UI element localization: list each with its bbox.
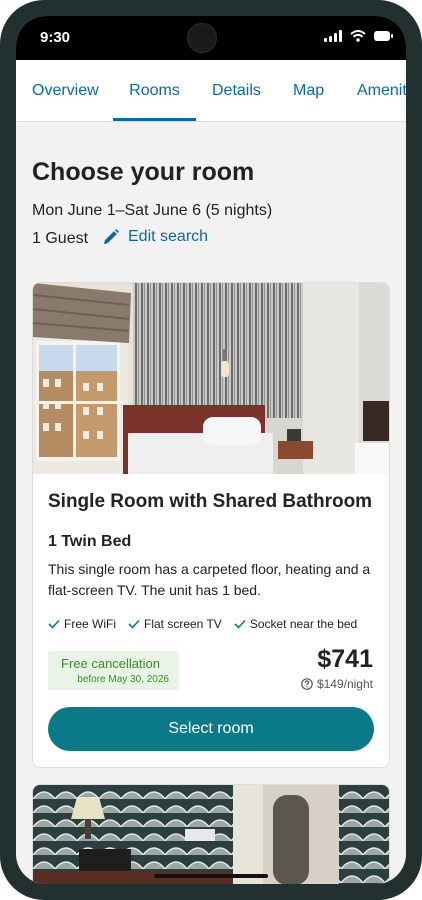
room-title: Single Room with Shared Bathroom [48,491,373,512]
status-icons [324,30,393,42]
bed-type: 1 Twin Bed [48,533,132,550]
tab-overview[interactable]: Overview [32,60,99,121]
status-time: 9:30 [40,29,71,46]
battery-icon [374,31,393,41]
stay-dates: Mon June 1–Sat June 6 (5 nights) [32,202,273,219]
page-title: Choose your room [32,158,255,186]
phone-frame: 9:30 Overview Rooms Details Map Amenitie… [0,0,422,900]
check-icon [128,619,140,629]
room-card-next [32,784,390,884]
screen: 9:30 Overview Rooms Details Map Amenitie… [16,16,406,884]
guest-count: 1 Guest [32,230,89,247]
feature-label: Socket near the bed [249,617,358,631]
cancellation-title: Free cancellation [61,656,160,671]
feature-item: Free WiFi [48,617,116,631]
room-photo [33,283,389,474]
status-bar: 9:30 [16,16,406,60]
tab-rooms[interactable]: Rooms [113,60,196,121]
price-per-night: $149/night [301,677,373,691]
room-description: This single room has a carpeted floor, h… [48,561,371,598]
feature-item: Flat screen TV [128,617,222,631]
help-icon[interactable] [301,678,313,690]
total-price: $741 [317,645,373,673]
tab-bar: Overview Rooms Details Map Amenities [16,60,406,122]
feature-item: Socket near the bed [234,617,357,631]
tab-map[interactable]: Map [293,60,324,121]
edit-search-link[interactable]: Edit search [102,228,208,246]
camera-notch [187,23,217,53]
room-card: Single Room with Shared Bathroom 1 Twin … [32,282,390,768]
select-room-button[interactable]: Select room [48,707,374,751]
per-night-label: $149/night [316,677,373,691]
check-icon [48,619,60,629]
cancellation-badge: Free cancellation before May 30, 2026 [48,651,179,690]
feature-label: Flat screen TV [144,617,222,631]
edit-search-label: Edit search [128,228,209,245]
tab-details[interactable]: Details [212,60,261,121]
wifi-icon [350,30,366,42]
feature-list: Free WiFi Flat screen TV Socket near the… [48,617,357,631]
signal-icon [324,30,342,42]
check-icon [234,619,246,629]
cancellation-date: before May 30, 2026 [77,674,169,685]
room-photo-next [33,785,389,884]
pencil-icon [104,229,119,244]
home-indicator [154,874,268,878]
tab-amenities[interactable]: Amenities [357,60,406,121]
feature-label: Free WiFi [64,617,116,631]
